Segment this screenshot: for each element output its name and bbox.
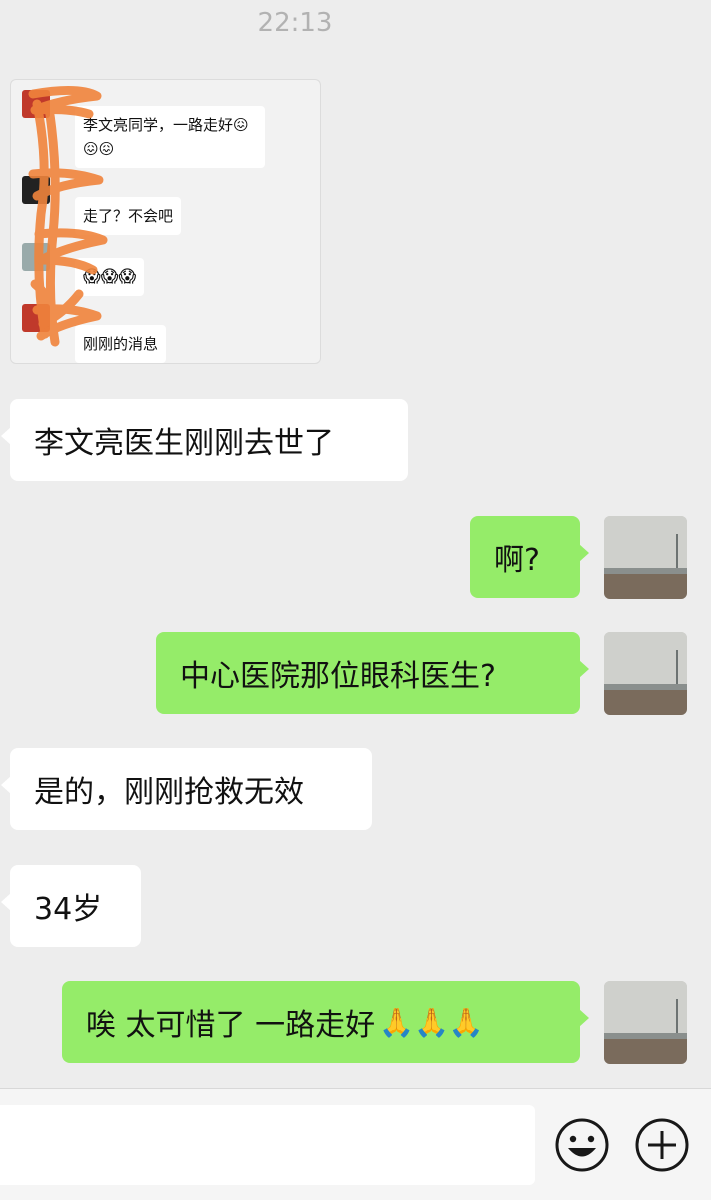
forwarded-message: 😱😱😱 [75,258,145,296]
avatar-image [604,516,687,599]
forwarded-chat-card[interactable]: 李文亮同学，一路走好😖 😖😖 走了？不会吧 😱😱😱 刚刚的消息 [10,79,321,364]
message-text: 34岁 [34,892,103,927]
message-input[interactable] [0,1105,535,1185]
message-text: 中心医院那位眼科医生? [180,659,496,694]
incoming-message-bubble[interactable]: 是的，刚刚抢救无效 [1,748,372,830]
plus-circle-icon [635,1118,689,1172]
avatar-image [604,981,687,1064]
incoming-message-bubble[interactable]: 34岁 [1,865,141,947]
praying-hands-emoji: 🙏🙏🙏 [379,1005,484,1039]
outgoing-message-bubble[interactable]: 啊? [470,516,589,598]
forwarded-avatar [22,90,50,118]
forwarded-message: 走了？不会吧 [75,197,182,235]
message-text: 李文亮医生刚刚去世了 [34,426,334,461]
forwarded-message: 李文亮同学，一路走好😖 😖😖 [75,106,265,168]
user-avatar[interactable] [604,516,687,599]
emoji-button[interactable] [554,1117,610,1173]
user-avatar[interactable] [604,981,687,1064]
incoming-message-bubble[interactable]: 李文亮医生刚刚去世了 [1,399,408,481]
more-button[interactable] [634,1117,690,1173]
message-text: 唉 太可惜了 一路走好 [86,1008,376,1043]
smile-face-icon [555,1118,609,1172]
forwarded-message: 刚刚的消息 [75,325,167,363]
forwarded-avatar [22,176,50,204]
forwarded-avatar [22,304,50,332]
outgoing-message-bubble[interactable]: 唉 太可惜了 一路走好 🙏🙏🙏 [62,981,589,1063]
message-text: 是的，刚刚抢救无效 [34,775,304,810]
message-text: 啊? [494,543,540,578]
forwarded-avatar [22,243,50,271]
user-avatar[interactable] [604,632,687,715]
outgoing-message-bubble[interactable]: 中心医院那位眼科医生? [156,632,589,714]
input-bar [0,1088,711,1200]
avatar-image [604,632,687,715]
chat-timestamp: 22:13 [257,8,333,38]
